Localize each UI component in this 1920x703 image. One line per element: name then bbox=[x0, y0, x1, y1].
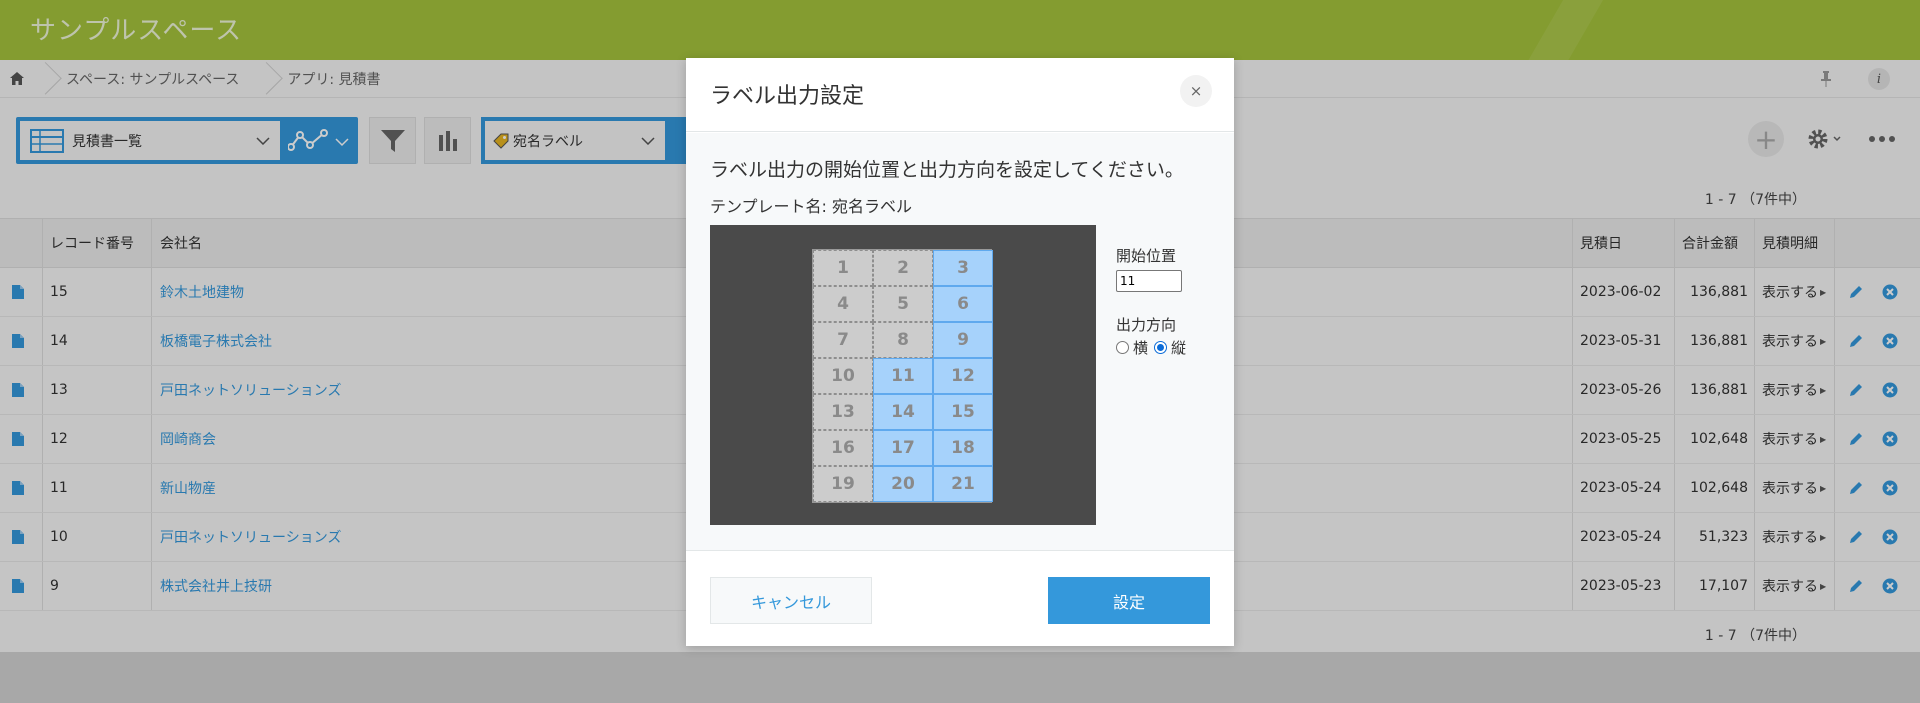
label-cell[interactable]: 2 bbox=[873, 250, 933, 286]
close-button[interactable]: × bbox=[1180, 75, 1212, 107]
label-cell[interactable]: 14 bbox=[873, 394, 933, 430]
start-position-input[interactable] bbox=[1116, 270, 1182, 292]
label-cell[interactable]: 19 bbox=[813, 466, 873, 502]
direction-horizontal-radio[interactable] bbox=[1116, 341, 1129, 354]
label-cell[interactable]: 15 bbox=[933, 394, 993, 430]
dialog-body: ラベル出力の開始位置と出力方向を設定してください。 テンプレート名: 宛名ラベル… bbox=[686, 133, 1234, 550]
label-cell[interactable]: 21 bbox=[933, 466, 993, 502]
label-cell[interactable]: 11 bbox=[873, 358, 933, 394]
direction-vertical-label[interactable]: 縦 bbox=[1171, 337, 1186, 358]
dialog-message: ラベル出力の開始位置と出力方向を設定してください。 bbox=[710, 159, 1184, 181]
label-cell[interactable]: 9 bbox=[933, 322, 993, 358]
direction-horizontal-label[interactable]: 横 bbox=[1133, 337, 1148, 358]
label-preview: 1 2 3 4 5 6 7 8 9 10 11 12 13 14 15 16 17 18 19 20 21 bbox=[710, 225, 1096, 525]
label-cell[interactable]: 13 bbox=[813, 394, 873, 430]
label-cell[interactable]: 8 bbox=[873, 322, 933, 358]
template-name: テンプレート名: 宛名ラベル bbox=[710, 197, 912, 216]
label-cell[interactable]: 1 bbox=[813, 250, 873, 286]
direction-radios: 横 縦 bbox=[1116, 337, 1226, 358]
dialog-footer: キャンセル 設定 bbox=[686, 550, 1234, 646]
label-cell[interactable]: 5 bbox=[873, 286, 933, 322]
label-cell[interactable]: 3 bbox=[933, 250, 993, 286]
label-cell[interactable]: 4 bbox=[813, 286, 873, 322]
label-grid: 1 2 3 4 5 6 7 8 9 10 11 12 13 14 15 16 17 18 19 20 21 bbox=[812, 249, 993, 503]
label-cell[interactable]: 17 bbox=[873, 430, 933, 466]
label-output-dialog: ラベル出力設定 × ラベル出力の開始位置と出力方向を設定してください。 テンプレ… bbox=[686, 58, 1234, 646]
label-cell[interactable]: 18 bbox=[933, 430, 993, 466]
cancel-button[interactable]: キャンセル bbox=[710, 577, 872, 624]
label-settings: 開始位置 出力方向 横 縦 bbox=[1116, 245, 1226, 358]
dialog-header: ラベル出力設定 × bbox=[686, 58, 1234, 132]
label-cell[interactable]: 6 bbox=[933, 286, 993, 322]
direction-label: 出力方向 bbox=[1116, 316, 1177, 334]
label-cell[interactable]: 20 bbox=[873, 466, 933, 502]
direction-vertical-radio[interactable] bbox=[1154, 341, 1168, 354]
label-cell[interactable]: 7 bbox=[813, 322, 873, 358]
label-cell[interactable]: 16 bbox=[813, 430, 873, 466]
label-cell[interactable]: 12 bbox=[933, 358, 993, 394]
start-position-label: 開始位置 bbox=[1116, 247, 1177, 265]
confirm-button[interactable]: 設定 bbox=[1048, 577, 1210, 624]
dialog-title: ラベル出力設定 bbox=[710, 84, 865, 109]
label-cell[interactable]: 10 bbox=[813, 358, 873, 394]
